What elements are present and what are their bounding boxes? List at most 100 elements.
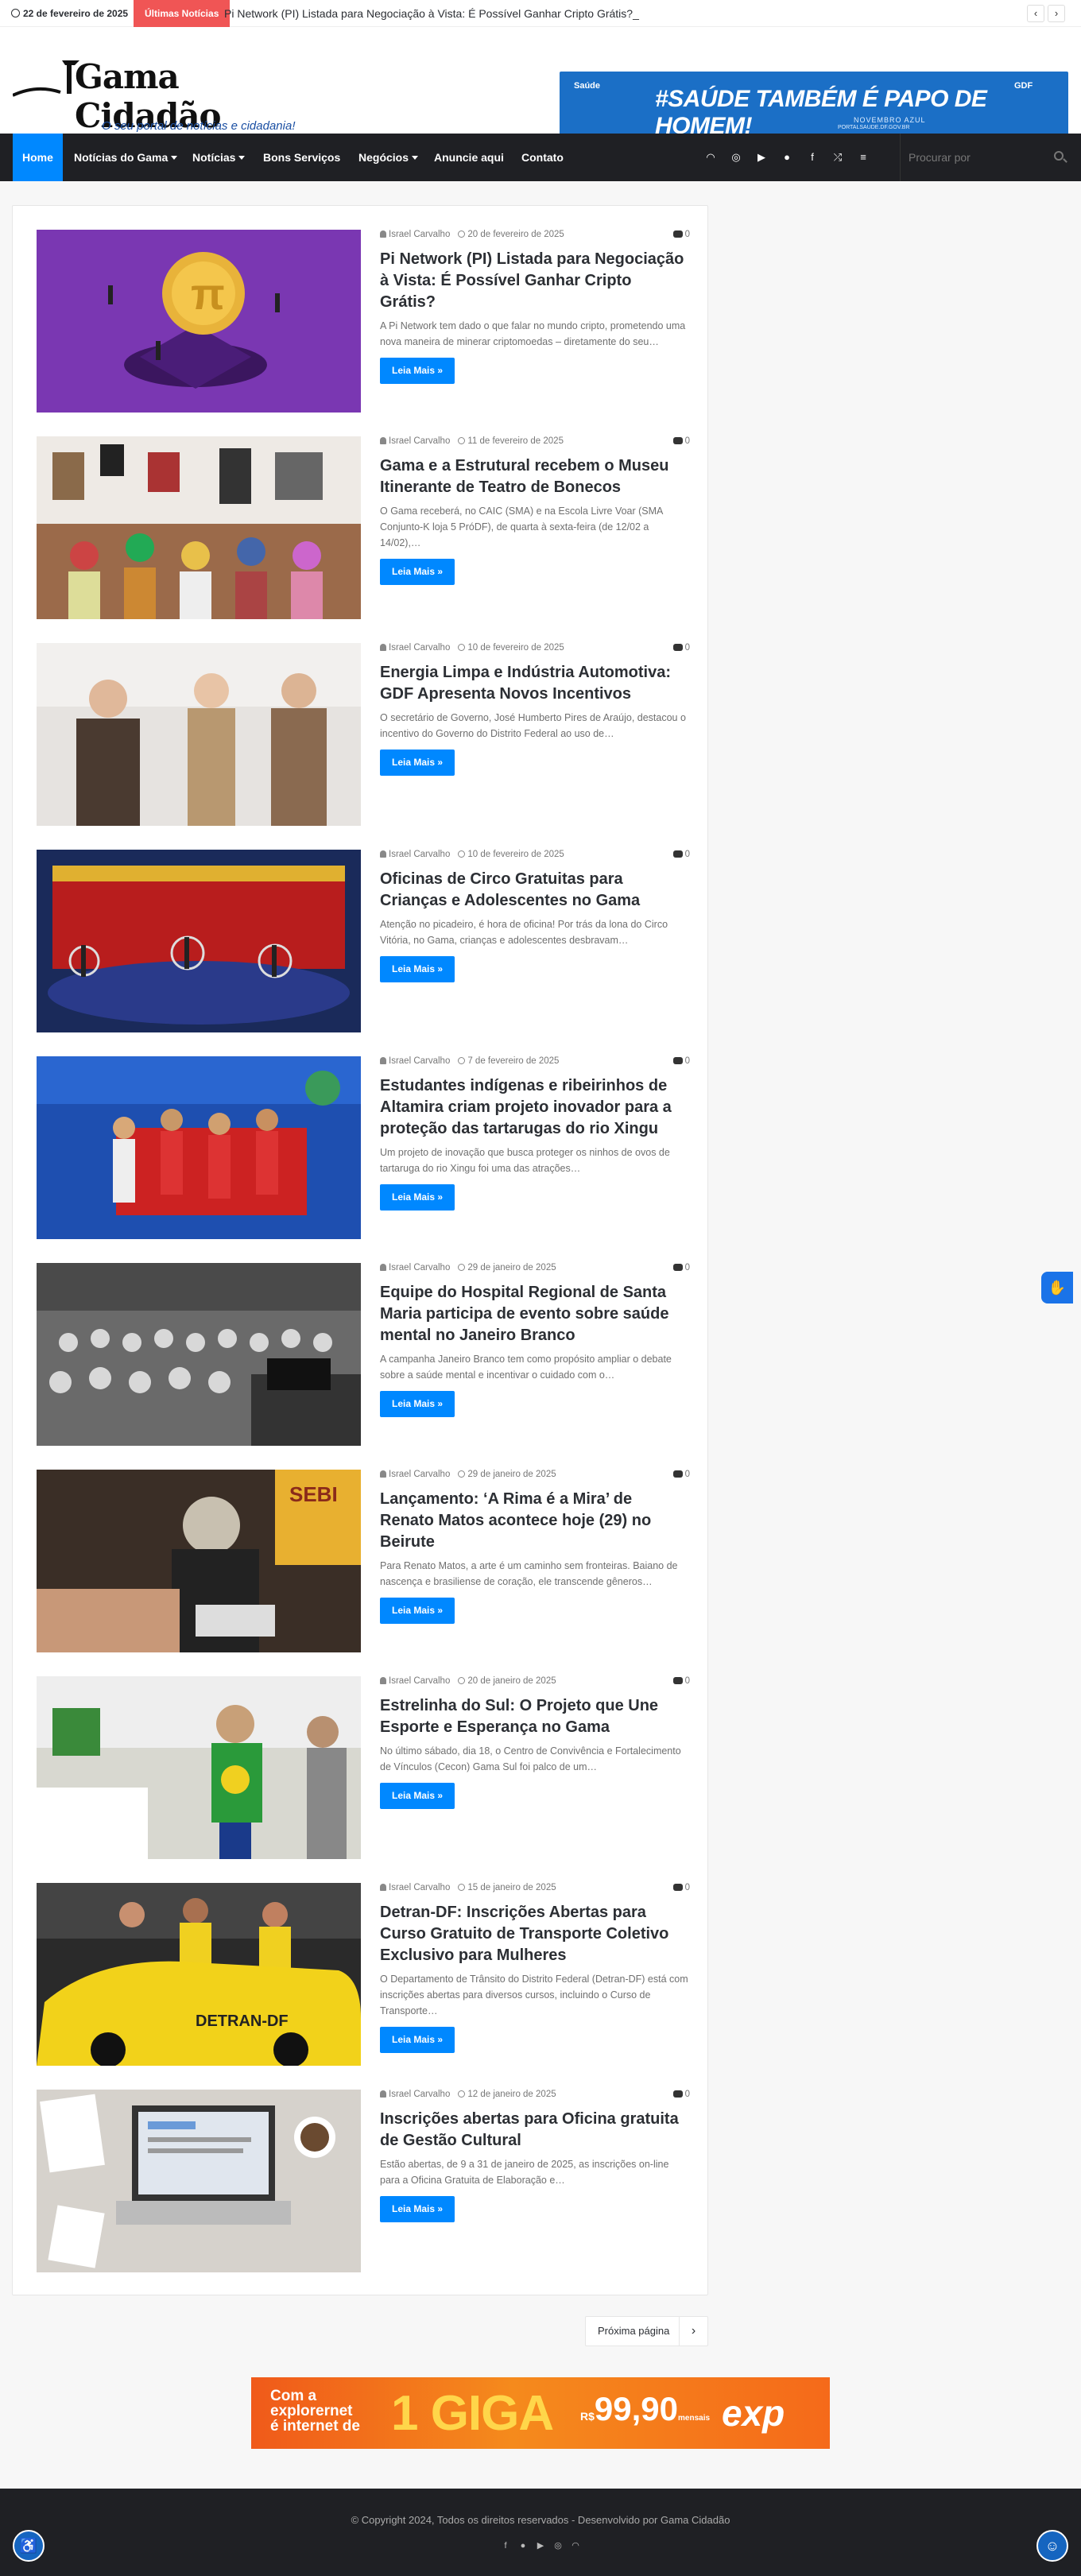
post-title[interactable]: Lançamento: ‘A Rima é a Mira’ de Renato … xyxy=(380,1489,690,1553)
rss-icon[interactable]: ◠ xyxy=(703,149,719,165)
post-thumbnail[interactable]: SEBI xyxy=(37,1470,361,1652)
post-comments[interactable]: 0 xyxy=(685,1263,690,1273)
post-meta: Israel Carvalho 15 de janeiro de 2025 0 xyxy=(380,1883,690,1896)
user-icon xyxy=(380,1470,386,1478)
banner-line2: explorernet xyxy=(270,2403,353,2419)
post-comments[interactable]: 0 xyxy=(685,643,690,653)
accessibility-right-icon[interactable]: ☺ xyxy=(1036,2530,1068,2562)
post-thumbnail[interactable] xyxy=(37,643,361,826)
post-title[interactable]: Estudantes indígenas e ribeirinhos de Al… xyxy=(380,1075,690,1140)
post-thumbnail[interactable] xyxy=(37,1056,361,1239)
facebook-icon[interactable]: f xyxy=(804,149,820,165)
post-thumbnail[interactable] xyxy=(37,436,361,619)
post-comments[interactable]: 0 xyxy=(685,1470,690,1479)
post-author[interactable]: Israel Carvalho xyxy=(389,436,450,446)
post-thumbnail[interactable] xyxy=(37,2090,361,2272)
post-author[interactable]: Israel Carvalho xyxy=(389,1470,450,1479)
nav-noticias[interactable]: Notícias xyxy=(192,134,246,181)
nav-bons-servicos[interactable]: Bons Serviços xyxy=(263,134,340,181)
flickr-icon[interactable]: ● xyxy=(517,2541,529,2554)
nav-noticias-do-gama[interactable]: Notícias do Gama xyxy=(74,134,178,181)
search-input[interactable] xyxy=(909,148,1044,167)
post-comments[interactable]: 0 xyxy=(685,2090,690,2099)
post-item: DETRAN-DF Israel Carvalho 15 de janeiro d… xyxy=(37,1883,690,2066)
post-thumbnail[interactable] xyxy=(37,1676,361,1859)
post-thumbnail[interactable]: DETRAN-DF xyxy=(37,1883,361,2066)
site-header: Gama Cidadão O seu portal de notícias e … xyxy=(0,27,1081,135)
post-item: Israel Carvalho 12 de janeiro de 2025 0 In… xyxy=(37,2090,690,2272)
post-comments[interactable]: 0 xyxy=(685,436,690,446)
sign-language-icon[interactable]: ✋ xyxy=(1041,1272,1073,1303)
post-author[interactable]: Israel Carvalho xyxy=(389,850,450,859)
next-arrow-icon[interactable]: › xyxy=(1048,5,1065,22)
post-title[interactable]: Pi Network (PI) Listada para Negociação … xyxy=(380,249,690,313)
search-icon[interactable] xyxy=(1054,151,1064,161)
post-list: π Israel Carvalho 20 de fevereiro de 2025… xyxy=(12,205,708,2295)
post-meta: Israel Carvalho 20 de janeiro de 2025 0 xyxy=(380,1676,690,1689)
post-comments[interactable]: 0 xyxy=(685,230,690,239)
read-more-button[interactable]: Leia Mais » xyxy=(380,1184,455,1211)
post-title[interactable]: Energia Limpa e Indústria Automotiva: GD… xyxy=(380,662,690,705)
post-author[interactable]: Israel Carvalho xyxy=(389,1676,450,1686)
rss-icon[interactable]: ◠ xyxy=(569,2540,582,2553)
accessibility-left-icon[interactable]: ♿ xyxy=(13,2530,45,2562)
instagram-icon[interactable]: ◎ xyxy=(728,149,744,165)
post-title[interactable]: Gama e a Estrutural recebem o Museu Itin… xyxy=(380,455,690,498)
post-title[interactable]: Equipe do Hospital Regional de Santa Mar… xyxy=(380,1282,690,1346)
post-thumbnail[interactable] xyxy=(37,850,361,1032)
site-logo[interactable]: Gama Cidadão O seu portal de notícias e … xyxy=(13,57,323,135)
post-thumbnail[interactable] xyxy=(37,1263,361,1446)
post-thumbnail[interactable]: π xyxy=(37,230,361,413)
nav-home[interactable]: Home xyxy=(13,134,63,181)
post-author[interactable]: Israel Carvalho xyxy=(389,2090,450,2099)
post-comments[interactable]: 0 xyxy=(685,1056,690,1066)
top-ad-banner[interactable]: Saúde #SAÚDE TAMBÉM É PAPO DE HOMEM! NOV… xyxy=(560,72,1068,135)
post-title[interactable]: Inscrições abertas para Oficina gratuita… xyxy=(380,2109,690,2152)
post-date: 10 de fevereiro de 2025 xyxy=(467,643,564,653)
read-more-button[interactable]: Leia Mais » xyxy=(380,2027,455,2053)
post-comments[interactable]: 0 xyxy=(685,850,690,859)
read-more-button[interactable]: Leia Mais » xyxy=(380,2196,455,2222)
nav-anuncie-aqui[interactable]: Anuncie aqui xyxy=(434,134,504,181)
facebook-icon[interactable]: f xyxy=(499,2541,512,2554)
post-excerpt: Um projeto de inovação que busca protege… xyxy=(380,1147,670,1174)
post-author[interactable]: Israel Carvalho xyxy=(389,1883,450,1892)
read-more-button[interactable]: Leia Mais » xyxy=(380,750,455,776)
shuffle-icon[interactable]: ⤮ xyxy=(830,149,846,165)
read-more-button[interactable]: Leia Mais » xyxy=(380,358,455,384)
comment-icon xyxy=(672,230,683,238)
post-title[interactable]: Oficinas de Circo Gratuitas para Criança… xyxy=(380,869,690,912)
post-excerpt: A Pi Network tem dado o que falar no mun… xyxy=(380,320,686,347)
bottom-ad-banner[interactable]: Com a explorernet é internet de 1 GIGA R$9… xyxy=(251,2377,830,2449)
read-more-button[interactable]: Leia Mais » xyxy=(380,1391,455,1417)
youtube-icon[interactable]: ▶ xyxy=(754,149,769,165)
clock-icon xyxy=(458,2090,466,2098)
breaking-news-ticker[interactable]: Pi Network (PI) Listada para Negociação … xyxy=(224,7,639,20)
comment-icon xyxy=(672,1264,683,1271)
flickr-icon[interactable]: ● xyxy=(779,149,795,165)
post-title[interactable]: Detran-DF: Inscrições Abertas para Curso… xyxy=(380,1902,690,1966)
next-page-button[interactable]: Próxima página › xyxy=(585,2316,708,2346)
read-more-button[interactable]: Leia Mais » xyxy=(380,1783,455,1809)
prev-arrow-icon[interactable]: ‹ xyxy=(1027,5,1044,22)
instagram-icon[interactable]: ◎ xyxy=(552,2540,564,2553)
post-author[interactable]: Israel Carvalho xyxy=(389,230,450,239)
youtube-icon[interactable]: ▶ xyxy=(534,2540,547,2553)
nav-negocios[interactable]: Negócios xyxy=(358,134,419,181)
nav-contato[interactable]: Contato xyxy=(521,134,564,181)
post-comments[interactable]: 0 xyxy=(685,1883,690,1892)
post-author[interactable]: Israel Carvalho xyxy=(389,643,450,653)
banner-price-unit: mensais xyxy=(678,2414,711,2423)
post-title[interactable]: Estrelinha do Sul: O Projeto que Une Esp… xyxy=(380,1695,690,1738)
read-more-button[interactable]: Leia Mais » xyxy=(380,956,455,982)
post-comments[interactable]: 0 xyxy=(685,1676,690,1686)
post-author[interactable]: Israel Carvalho xyxy=(389,1263,450,1273)
banner-sub: NOVEMBRO AZUL xyxy=(854,116,926,124)
read-more-button[interactable]: Leia Mais » xyxy=(380,559,455,585)
user-icon xyxy=(380,1677,386,1684)
svg-text:SEBI: SEBI xyxy=(289,1482,338,1506)
post-author[interactable]: Israel Carvalho xyxy=(389,1056,450,1066)
read-more-button[interactable]: Leia Mais » xyxy=(380,1598,455,1624)
menu-icon[interactable]: ≡ xyxy=(855,149,871,165)
post-date: 11 de fevereiro de 2025 xyxy=(467,436,564,446)
